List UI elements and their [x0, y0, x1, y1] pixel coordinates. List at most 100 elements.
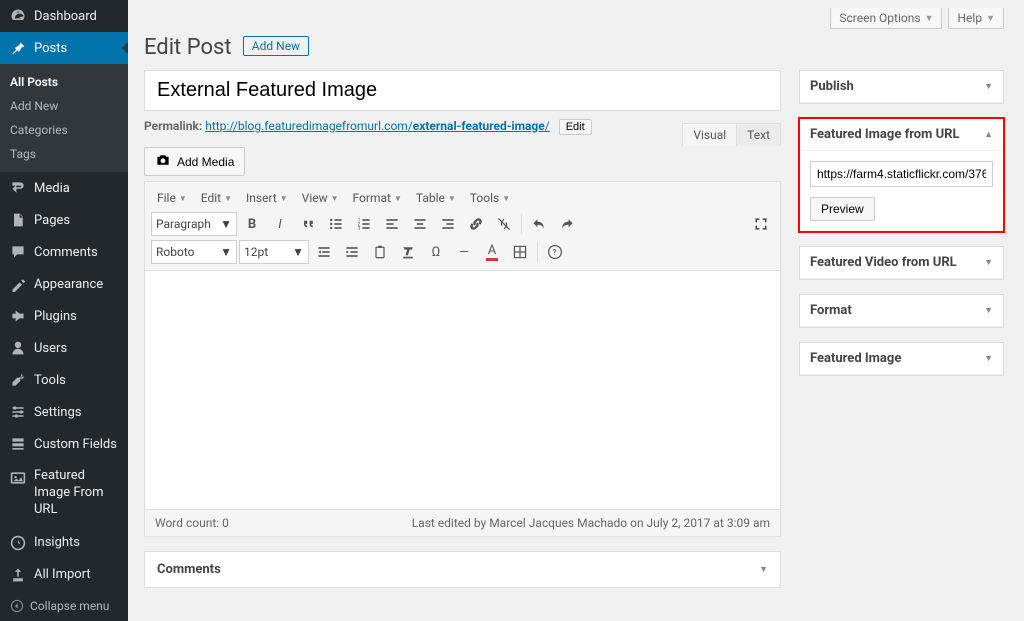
font-family-select[interactable]: Roboto▼	[151, 240, 237, 264]
pin-icon	[10, 40, 26, 56]
sidebar-item-plugins[interactable]: Plugins	[0, 300, 128, 332]
chevron-down-icon: ▼	[986, 13, 995, 24]
menu-insert[interactable]: Insert ▼	[240, 188, 294, 208]
main-content: Screen Options▼ Help▼ Edit Post Add New …	[128, 0, 1024, 621]
featured-image-metabox-toggle[interactable]: Featured Image▼	[800, 343, 1003, 375]
italic-button[interactable]: I	[267, 212, 293, 236]
permalink-link[interactable]: http://blog.featuredimagefromurl.com/ext…	[205, 119, 550, 133]
add-new-button[interactable]: Add New	[243, 36, 309, 56]
fifu-url-input[interactable]	[810, 161, 993, 187]
format-select[interactable]: Paragraph▼	[151, 212, 237, 236]
sidebar-item-all-import[interactable]: All Import	[0, 559, 128, 591]
sidebar-subitem-add-new[interactable]: Add New	[0, 94, 128, 118]
menu-view[interactable]: View ▼	[296, 188, 345, 208]
unlink-button[interactable]	[491, 212, 517, 236]
edit-permalink-button[interactable]: Edit	[559, 119, 592, 135]
chevron-down-icon: ▼	[984, 305, 993, 316]
sidebar-item-label: Users	[34, 341, 67, 356]
link-button[interactable]	[463, 212, 489, 236]
sidebar-item-tools[interactable]: Tools	[0, 364, 128, 396]
bullet-list-button[interactable]	[323, 212, 349, 236]
sidebar-submenu-posts: All Posts Add New Categories Tags	[0, 64, 128, 172]
menu-table[interactable]: Table ▼	[410, 188, 462, 208]
comments-icon	[10, 244, 26, 260]
special-char-button[interactable]: Ω	[423, 240, 449, 264]
indent-button[interactable]	[339, 240, 365, 264]
visual-tab[interactable]: Visual	[682, 123, 737, 146]
redo-button[interactable]	[554, 212, 580, 236]
help-tab[interactable]: Help▼	[948, 8, 1004, 29]
chevron-down-icon: ▼	[984, 353, 993, 364]
number-list-button[interactable]: 123	[351, 212, 377, 236]
import-icon	[10, 567, 26, 583]
chevron-down-icon: ▼	[984, 257, 993, 268]
menu-edit[interactable]: Edit ▼	[195, 188, 238, 208]
sidebar-item-label: Pages	[34, 213, 70, 228]
menu-file[interactable]: File ▼	[151, 188, 193, 208]
sidebar-item-label: Comments	[34, 245, 98, 260]
svg-text:?: ?	[553, 248, 557, 257]
collapse-menu[interactable]: Collapse menu	[0, 591, 128, 621]
hr-button[interactable]: —	[451, 240, 477, 264]
insights-icon	[10, 535, 26, 551]
sidebar-item-label: Dashboard	[34, 9, 97, 24]
bold-button[interactable]: B	[239, 212, 265, 236]
sidebar-item-label: Plugins	[34, 309, 77, 324]
format-metabox: Format▼	[799, 294, 1004, 328]
publish-metabox-toggle[interactable]: Publish▼	[800, 71, 1003, 103]
featured-video-metabox-toggle[interactable]: Featured Video from URL▼	[800, 247, 1003, 279]
sidebar-subitem-tags[interactable]: Tags	[0, 142, 128, 166]
comments-metabox[interactable]: Comments ▼	[144, 551, 781, 588]
page-title: Edit Post	[144, 35, 232, 60]
clear-format-button[interactable]	[395, 240, 421, 264]
blockquote-button[interactable]	[295, 212, 321, 236]
fifu-preview-button[interactable]: Preview	[810, 197, 875, 221]
users-icon	[10, 340, 26, 356]
align-center-button[interactable]	[407, 212, 433, 236]
collapse-icon	[10, 599, 24, 613]
editor-content[interactable]	[145, 271, 780, 509]
sidebar-item-label: Featured Image From URL	[34, 468, 120, 519]
menu-format[interactable]: Format ▼	[347, 188, 408, 208]
screen-options-tab[interactable]: Screen Options▼	[830, 8, 942, 29]
format-metabox-toggle[interactable]: Format▼	[800, 295, 1003, 327]
outdent-button[interactable]	[311, 240, 337, 264]
sidebar-item-comments[interactable]: Comments	[0, 236, 128, 268]
fifu-icon	[10, 470, 26, 486]
admin-sidebar: Dashboard Posts All Posts Add New Catego…	[0, 0, 128, 621]
sidebar-item-label: Posts	[34, 41, 67, 56]
sidebar-subitem-all-posts[interactable]: All Posts	[0, 70, 128, 94]
pages-icon	[10, 212, 26, 228]
sidebar-item-custom-fields[interactable]: Custom Fields	[0, 428, 128, 460]
sidebar-item-settings[interactable]: Settings	[0, 396, 128, 428]
sidebar-item-users[interactable]: Users	[0, 332, 128, 364]
undo-button[interactable]	[526, 212, 552, 236]
post-title-input[interactable]	[144, 70, 781, 111]
svg-text:3: 3	[358, 226, 361, 232]
sidebar-subitem-categories[interactable]: Categories	[0, 118, 128, 142]
paste-button[interactable]	[367, 240, 393, 264]
align-right-button[interactable]	[435, 212, 461, 236]
help-button[interactable]: ?	[542, 240, 568, 264]
sidebar-item-pages[interactable]: Pages	[0, 204, 128, 236]
menu-tools[interactable]: Tools ▼	[464, 188, 516, 208]
font-size-select[interactable]: 12pt▼	[239, 240, 309, 264]
text-color-button[interactable]: A	[479, 240, 505, 264]
sidebar-item-label: Settings	[34, 405, 81, 420]
align-left-button[interactable]	[379, 212, 405, 236]
sidebar-item-media[interactable]: Media	[0, 172, 128, 204]
sidebar-item-appearance[interactable]: Appearance	[0, 268, 128, 300]
sidebar-item-posts[interactable]: Posts	[0, 32, 128, 64]
media-icon	[10, 180, 26, 196]
camera-icon	[155, 152, 171, 171]
sidebar-item-label: Insights	[34, 535, 80, 550]
add-media-button[interactable]: Add Media	[144, 147, 245, 176]
word-count: Word count: 0	[155, 516, 229, 530]
table-button[interactable]	[507, 240, 533, 264]
sidebar-item-dashboard[interactable]: Dashboard	[0, 0, 128, 32]
sidebar-item-fifu[interactable]: Featured Image From URL	[0, 460, 128, 527]
text-tab[interactable]: Text	[737, 123, 781, 146]
fullscreen-button[interactable]	[748, 212, 774, 236]
fifu-metabox-toggle[interactable]: Featured Image from URL▲	[800, 119, 1003, 151]
sidebar-item-insights[interactable]: Insights	[0, 527, 128, 559]
